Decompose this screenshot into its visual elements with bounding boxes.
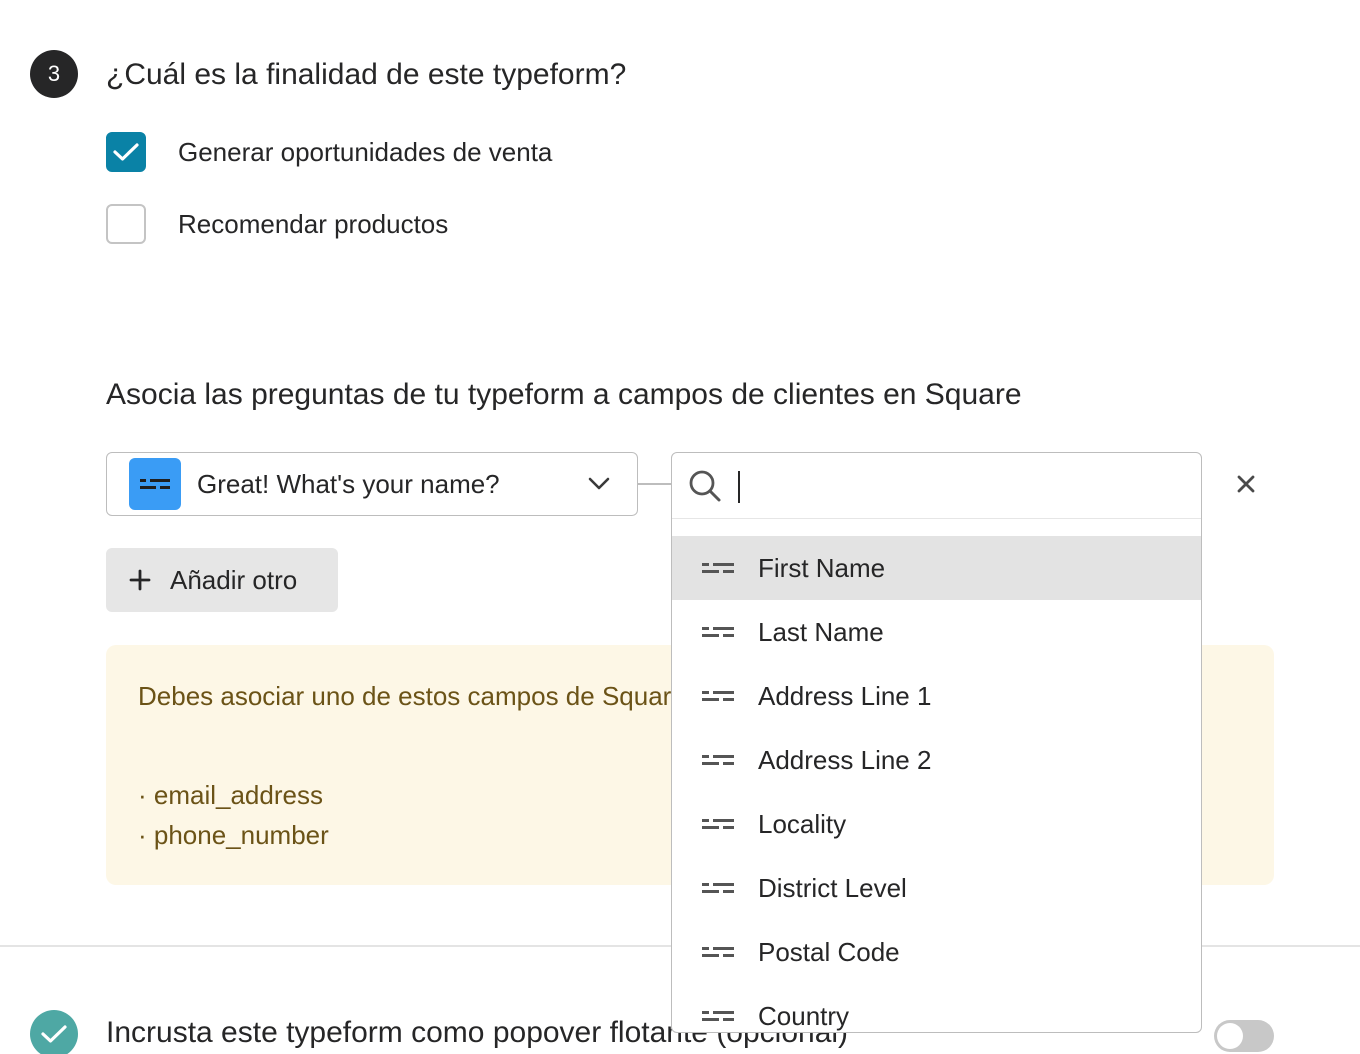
checkmark-icon [113, 143, 139, 161]
field-option-label: Address Line 2 [758, 744, 932, 775]
search-icon [689, 470, 721, 501]
short-text-icon [702, 755, 734, 765]
field-option[interactable]: Postal Code [672, 920, 1201, 984]
required-field-item: · phone_number [138, 820, 329, 850]
field-option[interactable]: Last Name [672, 600, 1201, 664]
mapping-section-title: Asocia las preguntas de tu typeform a ca… [106, 378, 1022, 411]
field-option[interactable]: First Name [672, 536, 1201, 600]
short-text-icon [702, 883, 734, 893]
square-field-dropdown: First Name Last Name Address Line 1 Addr… [671, 452, 1202, 1033]
field-search-input[interactable] [736, 470, 1156, 501]
short-text-icon [702, 691, 734, 701]
plus-icon [129, 569, 151, 591]
field-option[interactable]: Address Line 2 [672, 728, 1201, 792]
required-fields-list: · email_address · phone_number [138, 775, 329, 855]
field-search-box[interactable] [672, 453, 1201, 519]
field-options-list: First Name Last Name Address Line 1 Addr… [672, 519, 1201, 1032]
short-text-icon [702, 947, 734, 957]
add-another-label: Añadir otro [170, 564, 298, 595]
embed-popover-toggle[interactable] [1214, 1020, 1274, 1052]
field-option-label: First Name [758, 552, 886, 583]
step-number: 3 [47, 61, 61, 86]
option-recommend-products-label: Recomendar productos [178, 208, 449, 239]
field-option-label: District Level [758, 872, 907, 903]
field-option-label: Postal Code [758, 936, 900, 967]
required-field-item: · email_address [138, 780, 323, 810]
selected-question-label: Great! What's your name? [197, 468, 500, 499]
field-option[interactable]: Address Line 1 [672, 664, 1201, 728]
step-number-badge: 3 [30, 50, 78, 98]
add-another-button[interactable]: Añadir otro [106, 548, 338, 612]
question-select-dropdown[interactable]: Great! What's your name? [106, 452, 638, 516]
mapping-connector-line [638, 483, 672, 485]
option-lead-generation-label: Generar oportunidades de venta [178, 136, 553, 167]
warning-message: Debes asociar uno de estos campos de Squ… [138, 681, 686, 711]
completed-step-check-icon [30, 1010, 78, 1054]
option-recommend-products-checkbox[interactable] [106, 204, 146, 244]
text-caret [738, 471, 740, 503]
field-option[interactable]: District Level [672, 856, 1201, 920]
short-text-icon [129, 458, 181, 510]
option-lead-generation[interactable]: Generar oportunidades de venta [106, 132, 552, 172]
chevron-down-icon[interactable] [579, 464, 619, 504]
toggle-knob [1217, 1023, 1243, 1049]
option-recommend-products[interactable]: Recomendar productos [106, 204, 448, 244]
field-option-label: Address Line 1 [758, 680, 932, 711]
short-text-icon [702, 1011, 734, 1021]
short-text-icon [702, 627, 734, 637]
short-text-icon [702, 819, 734, 829]
short-text-icon [702, 563, 734, 573]
field-option-label: Last Name [758, 616, 884, 647]
field-option-label: Country [758, 1000, 850, 1031]
option-lead-generation-checkbox[interactable] [106, 132, 146, 172]
field-option[interactable]: Country [672, 984, 1201, 1032]
question-title: ¿Cuál es la finalidad de este typeform? [106, 58, 627, 91]
field-option[interactable]: Locality [672, 792, 1201, 856]
field-option-label: Locality [758, 808, 847, 839]
remove-mapping-close-icon[interactable] [1230, 468, 1262, 500]
